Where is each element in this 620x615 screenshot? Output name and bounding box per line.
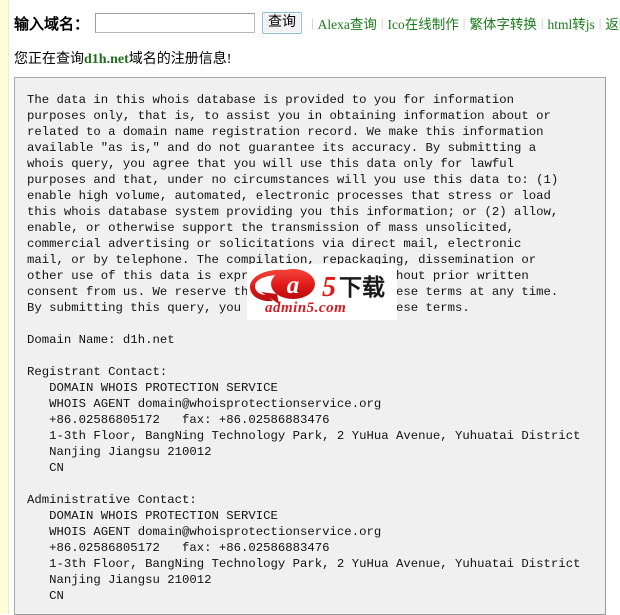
- nav-link-home[interactable]: 返回首页: [602, 13, 620, 33]
- query-status-message: 您正在查询d1h.net域名的注册信息!: [14, 40, 620, 77]
- status-prefix: 您正在查询: [14, 52, 84, 67]
- whois-result-text: The data in this whois database is provi…: [27, 93, 581, 603]
- status-suffix: 域名的注册信息!: [128, 52, 232, 67]
- nav-link-traditional[interactable]: 繁体字转换: [466, 13, 540, 33]
- search-label: 输入域名：: [14, 16, 90, 33]
- whois-result-panel: The data in this whois database is provi…: [14, 77, 606, 615]
- top-nav-links: | Alexa查询 | Ico在线制作 | 繁体字转换 | html转js | …: [310, 13, 620, 33]
- nav-link-ico[interactable]: Ico在线制作: [384, 13, 461, 33]
- whois-page: 输入域名： 查询 | Alexa查询 | Ico在线制作 | 繁体字转换 | h…: [0, 0, 620, 615]
- query-button[interactable]: 查询: [262, 12, 303, 34]
- search-bar: 输入域名： 查询 | Alexa查询 | Ico在线制作 | 繁体字转换 | h…: [14, 0, 620, 40]
- nav-link-alexa[interactable]: Alexa查询: [315, 13, 380, 33]
- domain-search-input[interactable]: [95, 13, 256, 33]
- status-domain-name: d1h.net: [84, 52, 129, 67]
- nav-link-html2js[interactable]: html转js: [544, 13, 597, 33]
